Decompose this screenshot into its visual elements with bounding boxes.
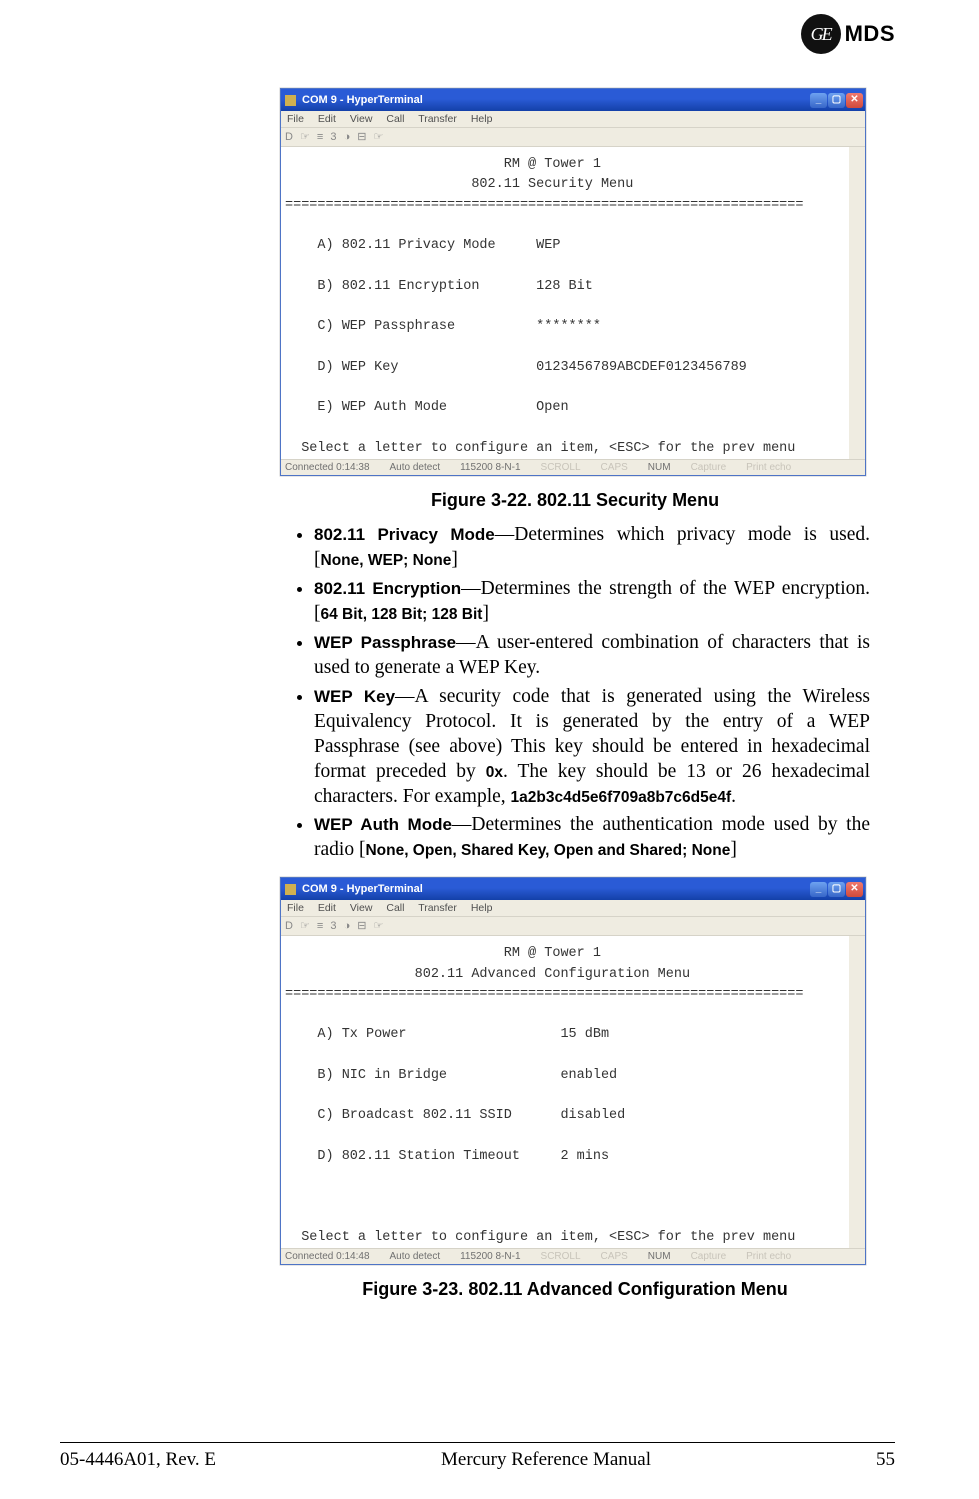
maximize-icon[interactable]: ▢: [828, 93, 845, 108]
menu-view[interactable]: View: [350, 902, 373, 914]
minimize-icon[interactable]: _: [810, 882, 827, 897]
status-baud: 115200 8-N-1: [460, 462, 520, 473]
status-num: NUM: [648, 1251, 671, 1262]
brand-logo: GE MDS: [801, 14, 895, 54]
status-scroll: SCROLL: [541, 1251, 581, 1262]
figure-caption-2: Figure 3-23. 802.11 Advanced Configurati…: [280, 1279, 870, 1300]
status-printecho: Print echo: [746, 462, 791, 473]
menu-call[interactable]: Call: [386, 113, 404, 125]
tool-bar: D ☞ ≡ 3 ◑ ⊟ ☞: [281, 917, 865, 936]
terminal-body[interactable]: RM @ Tower 1 802.11 Advanced Configurati…: [281, 936, 865, 1248]
param-code: 0x: [486, 764, 503, 781]
brand-text: MDS: [845, 21, 895, 47]
param-name: WEP Passphrase: [314, 633, 456, 652]
minimize-icon[interactable]: _: [810, 93, 827, 108]
list-item: 802.11 Encryption—Determines the strengt…: [314, 577, 870, 627]
menu-edit[interactable]: Edit: [318, 113, 336, 125]
param-end: .: [731, 786, 736, 807]
title-bar: COM 9 - HyperTerminal _ ▢ ✕: [281, 878, 865, 900]
status-printecho: Print echo: [746, 1251, 791, 1262]
maximize-icon[interactable]: ▢: [828, 882, 845, 897]
hyperterminal-window-1: COM 9 - HyperTerminal _ ▢ ✕ File Edit Vi…: [280, 88, 866, 476]
status-bar: Connected 0:14:38 Auto detect 115200 8-N…: [281, 459, 865, 475]
param-end: ]: [730, 839, 737, 860]
scroll-up-icon[interactable]: ▴: [850, 147, 864, 161]
parameter-list: 802.11 Privacy Mode—Determines which pri…: [280, 523, 870, 863]
menu-bar: File Edit View Call Transfer Help: [281, 900, 865, 917]
window-title: COM 9 - HyperTerminal: [302, 883, 423, 895]
footer-pagenum: 55: [876, 1449, 895, 1471]
param-options: 64 Bit, 128 Bit; 128 Bit: [321, 606, 483, 623]
status-connection: Connected 0:14:48: [285, 1251, 370, 1262]
menu-transfer[interactable]: Transfer: [418, 902, 457, 914]
scroll-down-icon[interactable]: ▾: [850, 445, 864, 459]
list-item: WEP Key—A security code that is generate…: [314, 685, 870, 810]
footer-title: Mercury Reference Manual: [441, 1449, 651, 1471]
menu-transfer[interactable]: Transfer: [418, 113, 457, 125]
status-capture: Capture: [691, 1251, 727, 1262]
window-title: COM 9 - HyperTerminal: [302, 94, 423, 106]
hyperterminal-window-2: COM 9 - HyperTerminal _ ▢ ✕ File Edit Vi…: [280, 877, 866, 1265]
status-caps: CAPS: [601, 1251, 628, 1262]
ge-monogram-icon: GE: [801, 14, 841, 54]
param-end: ]: [482, 603, 489, 624]
status-num: NUM: [648, 462, 671, 473]
menu-help[interactable]: Help: [471, 902, 493, 914]
terminal-body[interactable]: RM @ Tower 1 802.11 Security Menu ======…: [281, 147, 865, 459]
param-options: None, Open, Shared Key, Open and Shared;…: [365, 842, 730, 859]
status-scroll: SCROLL: [541, 462, 581, 473]
param-options: None, WEP; None: [321, 552, 452, 569]
param-end: ]: [451, 549, 458, 570]
param-name: WEP Auth Mode: [314, 815, 452, 834]
status-autodetect: Auto detect: [390, 1251, 441, 1262]
title-bar: COM 9 - HyperTerminal _ ▢ ✕: [281, 89, 865, 111]
list-item: WEP Passphrase—A user-entered combinatio…: [314, 631, 870, 681]
menu-help[interactable]: Help: [471, 113, 493, 125]
app-icon: [285, 95, 296, 106]
status-capture: Capture: [691, 462, 727, 473]
scroll-down-icon[interactable]: ▾: [850, 1234, 864, 1248]
param-name: 802.11 Privacy Mode: [314, 525, 495, 544]
menu-bar: File Edit View Call Transfer Help: [281, 111, 865, 128]
menu-call[interactable]: Call: [386, 902, 404, 914]
menu-file[interactable]: File: [287, 902, 304, 914]
status-bar: Connected 0:14:48 Auto detect 115200 8-N…: [281, 1248, 865, 1264]
status-baud: 115200 8-N-1: [460, 1251, 520, 1262]
tool-bar: D ☞ ≡ 3 ◑ ⊟ ☞: [281, 128, 865, 147]
close-icon[interactable]: ✕: [846, 882, 863, 897]
list-item: WEP Auth Mode—Determines the authenticat…: [314, 813, 870, 863]
close-icon[interactable]: ✕: [846, 93, 863, 108]
figure-caption-1: Figure 3-22. 802.11 Security Menu: [280, 490, 870, 511]
param-name: WEP Key: [314, 687, 395, 706]
app-icon: [285, 884, 296, 895]
status-connection: Connected 0:14:38: [285, 462, 370, 473]
param-example: 1a2b3c4d5e6f709a8b7c6d5e4f: [511, 789, 732, 806]
menu-edit[interactable]: Edit: [318, 902, 336, 914]
menu-view[interactable]: View: [350, 113, 373, 125]
status-caps: CAPS: [601, 462, 628, 473]
status-autodetect: Auto detect: [390, 462, 441, 473]
footer-docid: 05-4446A01, Rev. E: [60, 1449, 216, 1471]
param-name: 802.11 Encryption: [314, 579, 461, 598]
list-item: 802.11 Privacy Mode—Determines which pri…: [314, 523, 870, 573]
scroll-up-icon[interactable]: ▴: [850, 936, 864, 950]
page-footer: 05-4446A01, Rev. E Mercury Reference Man…: [60, 1442, 895, 1471]
menu-file[interactable]: File: [287, 113, 304, 125]
